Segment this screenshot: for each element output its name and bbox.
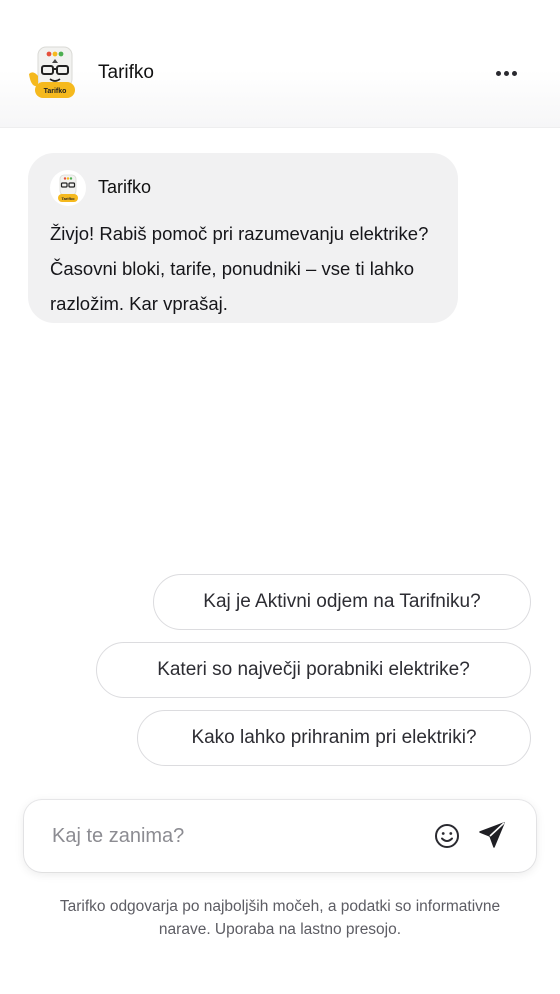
suggestion-chip-aktivni-odjem[interactable]: Kaj je Aktivni odjem na Tarifniku?: [153, 574, 531, 630]
tarifko-avatar-icon: Tarifko: [29, 46, 75, 98]
more-horizontal-icon: [495, 70, 501, 76]
suggestion-chip-prihranek[interactable]: Kako lahko prihranim pri elektriki?: [137, 710, 531, 766]
send-icon[interactable]: [478, 821, 506, 849]
suggestion-chip-najvecji-porabniki[interactable]: Kateri so največji porabniki elektrike?: [96, 642, 531, 698]
more-options-button[interactable]: [488, 60, 524, 86]
message-sender: Tarifko: [98, 177, 152, 197]
tarifko-avatar-icon: Tarifko: [50, 170, 86, 206]
chat-header: Tarifko Tarifko: [0, 0, 560, 128]
mini-avatar-badge-text: Tarifko: [61, 196, 75, 201]
assistant-message: Tarifko Tarifko Živjo! Rabiš pomoč pri r…: [28, 153, 458, 323]
message-text: Živjo! Rabiš pomoč pri razumevanju elek­…: [50, 223, 429, 314]
smiley-icon[interactable]: [433, 822, 461, 850]
chat-title: Tarifko: [98, 62, 154, 83]
disclaimer-text: Tarifko odgovarja po najboljših močeh, a…: [59, 898, 501, 938]
avatar-badge-text: Tarifko: [44, 88, 67, 95]
message-input[interactable]: [52, 818, 412, 854]
